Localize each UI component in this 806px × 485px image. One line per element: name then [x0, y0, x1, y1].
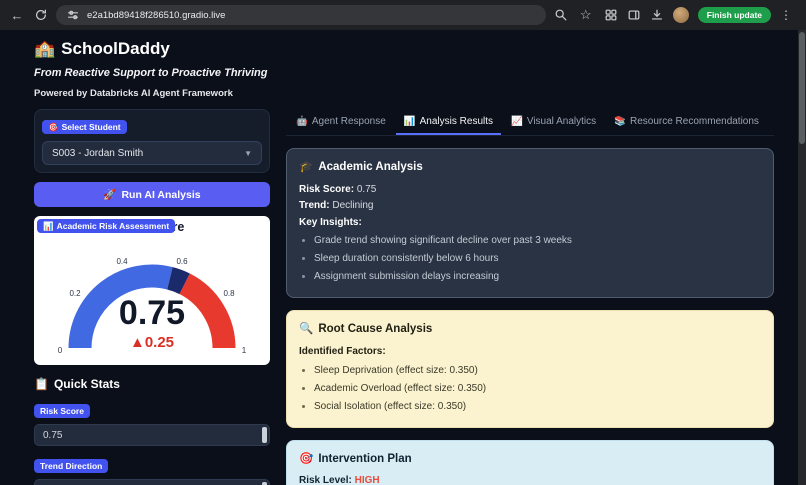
books-icon: 📚 [614, 116, 626, 127]
line-chart-icon: 📈 [511, 116, 523, 127]
risk-gauge-chart: 0 0.2 0.4 0.6 0.8 1 0.75 ▲0.25 [38, 234, 266, 362]
run-analysis-button[interactable]: 🚀 Run AI Analysis [34, 182, 270, 207]
tab-visual-analytics[interactable]: 📈 Visual Analytics [503, 109, 604, 135]
gauge-segment-threshold [170, 278, 185, 284]
textbox-scrollbar[interactable] [262, 427, 267, 443]
gauge-tick-08: 0.8 [223, 289, 235, 298]
stat-label: Risk Score [34, 404, 90, 418]
card-title: 🎓 Academic Analysis [299, 159, 761, 177]
risk-level-line: Risk Level: HIGH [299, 473, 761, 485]
select-student-label: 🎯 Select Student [42, 120, 127, 134]
side-panel-icon[interactable] [627, 8, 641, 22]
academic-analysis-card: 🎓 Academic Analysis Risk Score: 0.75 Tre… [286, 148, 774, 298]
stat-risk-score: Risk Score 0.75 [34, 401, 270, 446]
risk-score-field[interactable]: 0.75 [34, 424, 270, 446]
rocket-icon: 🚀 [103, 188, 116, 201]
gauge-tick-0: 0 [58, 346, 63, 355]
risk-level-badge: HIGH [355, 475, 380, 485]
bar-chart-icon: 📊 [404, 116, 416, 127]
extensions-icon[interactable] [604, 8, 618, 22]
toolbar-right: ☆ Finish update ⋮ [554, 7, 798, 23]
left-sidebar: 🎯 Select Student S003 - Jordan Smith ▼ 🚀… [34, 109, 270, 485]
zoom-icon[interactable] [554, 8, 568, 22]
student-dropdown-value: S003 - Jordan Smith [52, 148, 143, 159]
downloads-icon[interactable] [650, 8, 664, 22]
tab-bar: 🤖 Agent Response 📊 Analysis Results 📈 Vi… [286, 109, 774, 136]
student-dropdown[interactable]: S003 - Jordan Smith ▼ [42, 141, 262, 165]
identified-factors-label: Identified Factors: [299, 344, 761, 360]
intervention-plan-card: 🎯 Intervention Plan Risk Level: HIGH Rec… [286, 440, 774, 485]
risk-gauge-panel: 📊 Academic Risk Assessment Risk Score 0 … [34, 216, 270, 365]
profile-avatar[interactable] [673, 7, 689, 23]
page-scrollbar[interactable] [798, 30, 806, 485]
tab-resource-recommendations[interactable]: 📚 Resource Recommendations [606, 109, 767, 135]
gauge-tick-02: 0.2 [69, 289, 81, 298]
chart-icon: 📊 [43, 221, 54, 231]
factor-item: Academic Overload (effect size: 0.350) [314, 381, 761, 397]
gauge-tick-06: 0.6 [176, 257, 188, 266]
scrollbar-thumb[interactable] [799, 32, 805, 144]
app-subtitle: From Reactive Support to Proactive Thriv… [34, 67, 774, 79]
menu-kebab-icon[interactable]: ⋮ [780, 8, 792, 22]
main-content: 🤖 Agent Response 📊 Analysis Results 📈 Vi… [286, 109, 774, 485]
gradio-app: 🏫 SchoolDaddy From Reactive Support to P… [0, 30, 806, 485]
key-insights-label: Key Insights: [299, 215, 761, 231]
gauge-value: 0.75 [119, 294, 185, 332]
tab-analysis-results[interactable]: 📊 Analysis Results [396, 109, 501, 135]
insight-item: Grade trend showing significant decline … [314, 233, 761, 249]
stat-label: Trend Direction [34, 459, 108, 473]
school-icon: 🏫 [34, 39, 55, 59]
robot-icon: 🤖 [296, 116, 308, 127]
insight-item: Sleep duration consistently below 6 hour… [314, 251, 761, 267]
app-title-text: SchoolDaddy [61, 39, 170, 59]
stat-trend-direction: Trend Direction Declining [34, 456, 270, 485]
gauge-segment-high [185, 284, 224, 348]
magnifier-icon: 🔍 [299, 321, 313, 339]
target-icon: 🎯 [299, 451, 313, 469]
quick-stats-heading: 📋 Quick Stats [34, 377, 270, 391]
graduation-cap-icon: 🎓 [299, 159, 313, 177]
tab-agent-response[interactable]: 🤖 Agent Response [288, 109, 394, 135]
key-insights-list: Grade trend showing significant decline … [299, 233, 761, 285]
select-student-block: 🎯 Select Student S003 - Jordan Smith ▼ [34, 109, 270, 173]
address-bar[interactable]: e2a1bd89418f286510.gradio.live [56, 5, 546, 25]
site-settings-icon[interactable] [66, 8, 80, 22]
bookmark-star-icon[interactable]: ☆ [577, 7, 595, 23]
back-icon[interactable]: ← [8, 8, 26, 23]
root-cause-card: 🔍 Root Cause Analysis Identified Factors… [286, 310, 774, 427]
url-text: e2a1bd89418f286510.gradio.live [87, 10, 225, 21]
gauge-tick-1: 1 [242, 346, 247, 355]
gauge-label: 📊 Academic Risk Assessment [37, 219, 175, 233]
target-icon: 🎯 [48, 122, 59, 132]
trend-line: Trend: Declining [299, 198, 761, 214]
card-title: 🎯 Intervention Plan [299, 451, 761, 469]
finish-update-button[interactable]: Finish update [698, 7, 771, 23]
browser-toolbar: ← e2a1bd89418f286510.gradio.live ☆ Finis… [0, 0, 806, 30]
card-title: 🔍 Root Cause Analysis [299, 321, 761, 339]
trend-direction-field[interactable]: Declining [34, 479, 270, 485]
gauge-tick-04: 0.4 [116, 257, 128, 266]
insight-item: Assignment submission delays increasing [314, 269, 761, 285]
page-title: 🏫 SchoolDaddy [34, 39, 774, 59]
factor-item: Social Isolation (effect size: 0.350) [314, 399, 761, 415]
factor-item: Sleep Deprivation (effect size: 0.350) [314, 363, 761, 379]
reload-icon[interactable] [34, 8, 48, 22]
clipboard-icon: 📋 [34, 377, 49, 391]
factors-list: Sleep Deprivation (effect size: 0.350) A… [299, 363, 761, 415]
powered-by-text: Powered by Databricks AI Agent Framework [34, 88, 774, 99]
chevron-down-icon: ▼ [244, 149, 252, 158]
gauge-delta: ▲0.25 [130, 334, 174, 351]
risk-score-line: Risk Score: 0.75 [299, 182, 761, 198]
